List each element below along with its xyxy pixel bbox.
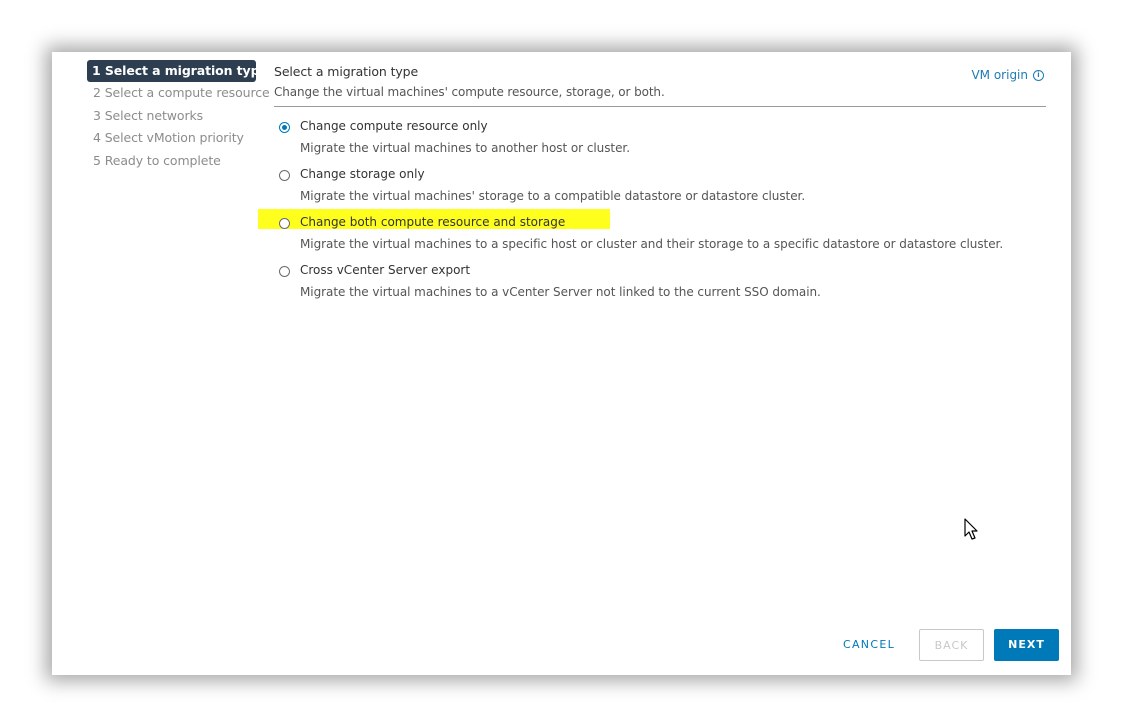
option-description: Migrate the virtual machines to a vCente… (300, 285, 821, 299)
option-label[interactable]: Change storage only (300, 167, 425, 181)
page-title: Select a migration type (274, 64, 419, 79)
radio-compute-only[interactable] (279, 122, 290, 133)
option-description: Migrate the virtual machines to another … (300, 141, 630, 155)
migration-type-options: Change compute resource only Migrate the… (258, 118, 1046, 310)
vm-origin-link[interactable]: VM origin i (971, 68, 1044, 82)
option-storage-only[interactable]: Change storage only Migrate the virtual … (274, 166, 1046, 214)
step-select-vmotion-priority: 4 Select vMotion priority (93, 130, 244, 145)
radio-storage-only[interactable] (279, 170, 290, 181)
cancel-button[interactable]: CANCEL (834, 629, 904, 661)
step-select-compute-resource: 2 Select a compute resource (93, 85, 270, 100)
radio-compute-and-storage[interactable] (279, 218, 290, 229)
step-select-migration-type[interactable]: 1 Select a migration type (87, 60, 268, 82)
info-icon[interactable]: i (1033, 69, 1044, 81)
option-description: Migrate the virtual machines' storage to… (300, 189, 806, 203)
radio-cross-vcenter-export[interactable] (279, 266, 290, 277)
page-header: Select a migration type Change the virtu… (274, 64, 1046, 107)
back-button[interactable]: BACK (919, 629, 984, 661)
next-button[interactable]: NEXT (994, 629, 1059, 661)
option-label[interactable]: Change compute resource only (300, 119, 488, 133)
option-label[interactable]: Cross vCenter Server export (300, 263, 470, 277)
option-compute-only[interactable]: Change compute resource only Migrate the… (274, 118, 1046, 166)
migrate-dialog: 1 Select a migration type 2 Select a com… (52, 52, 1071, 675)
dialog-footer: CANCEL BACK NEXT (52, 629, 1071, 661)
step-select-networks: 3 Select networks (93, 107, 204, 123)
page-subtitle: Change the virtual machines' compute res… (274, 85, 665, 99)
mouse-cursor-icon (964, 518, 978, 540)
option-compute-and-storage[interactable]: Change both compute resource and storage… (258, 209, 1046, 262)
option-cross-vcenter-export[interactable]: Cross vCenter Server export Migrate the … (274, 262, 1046, 310)
option-label[interactable]: Change both compute resource and storage (300, 215, 565, 229)
step-ready-to-complete: 5 Ready to complete (93, 152, 221, 168)
option-description: Migrate the virtual machines to a specif… (300, 237, 1004, 251)
wizard-steps: 1 Select a migration type 2 Select a com… (87, 60, 270, 173)
vm-origin-label: VM origin (971, 68, 1028, 82)
